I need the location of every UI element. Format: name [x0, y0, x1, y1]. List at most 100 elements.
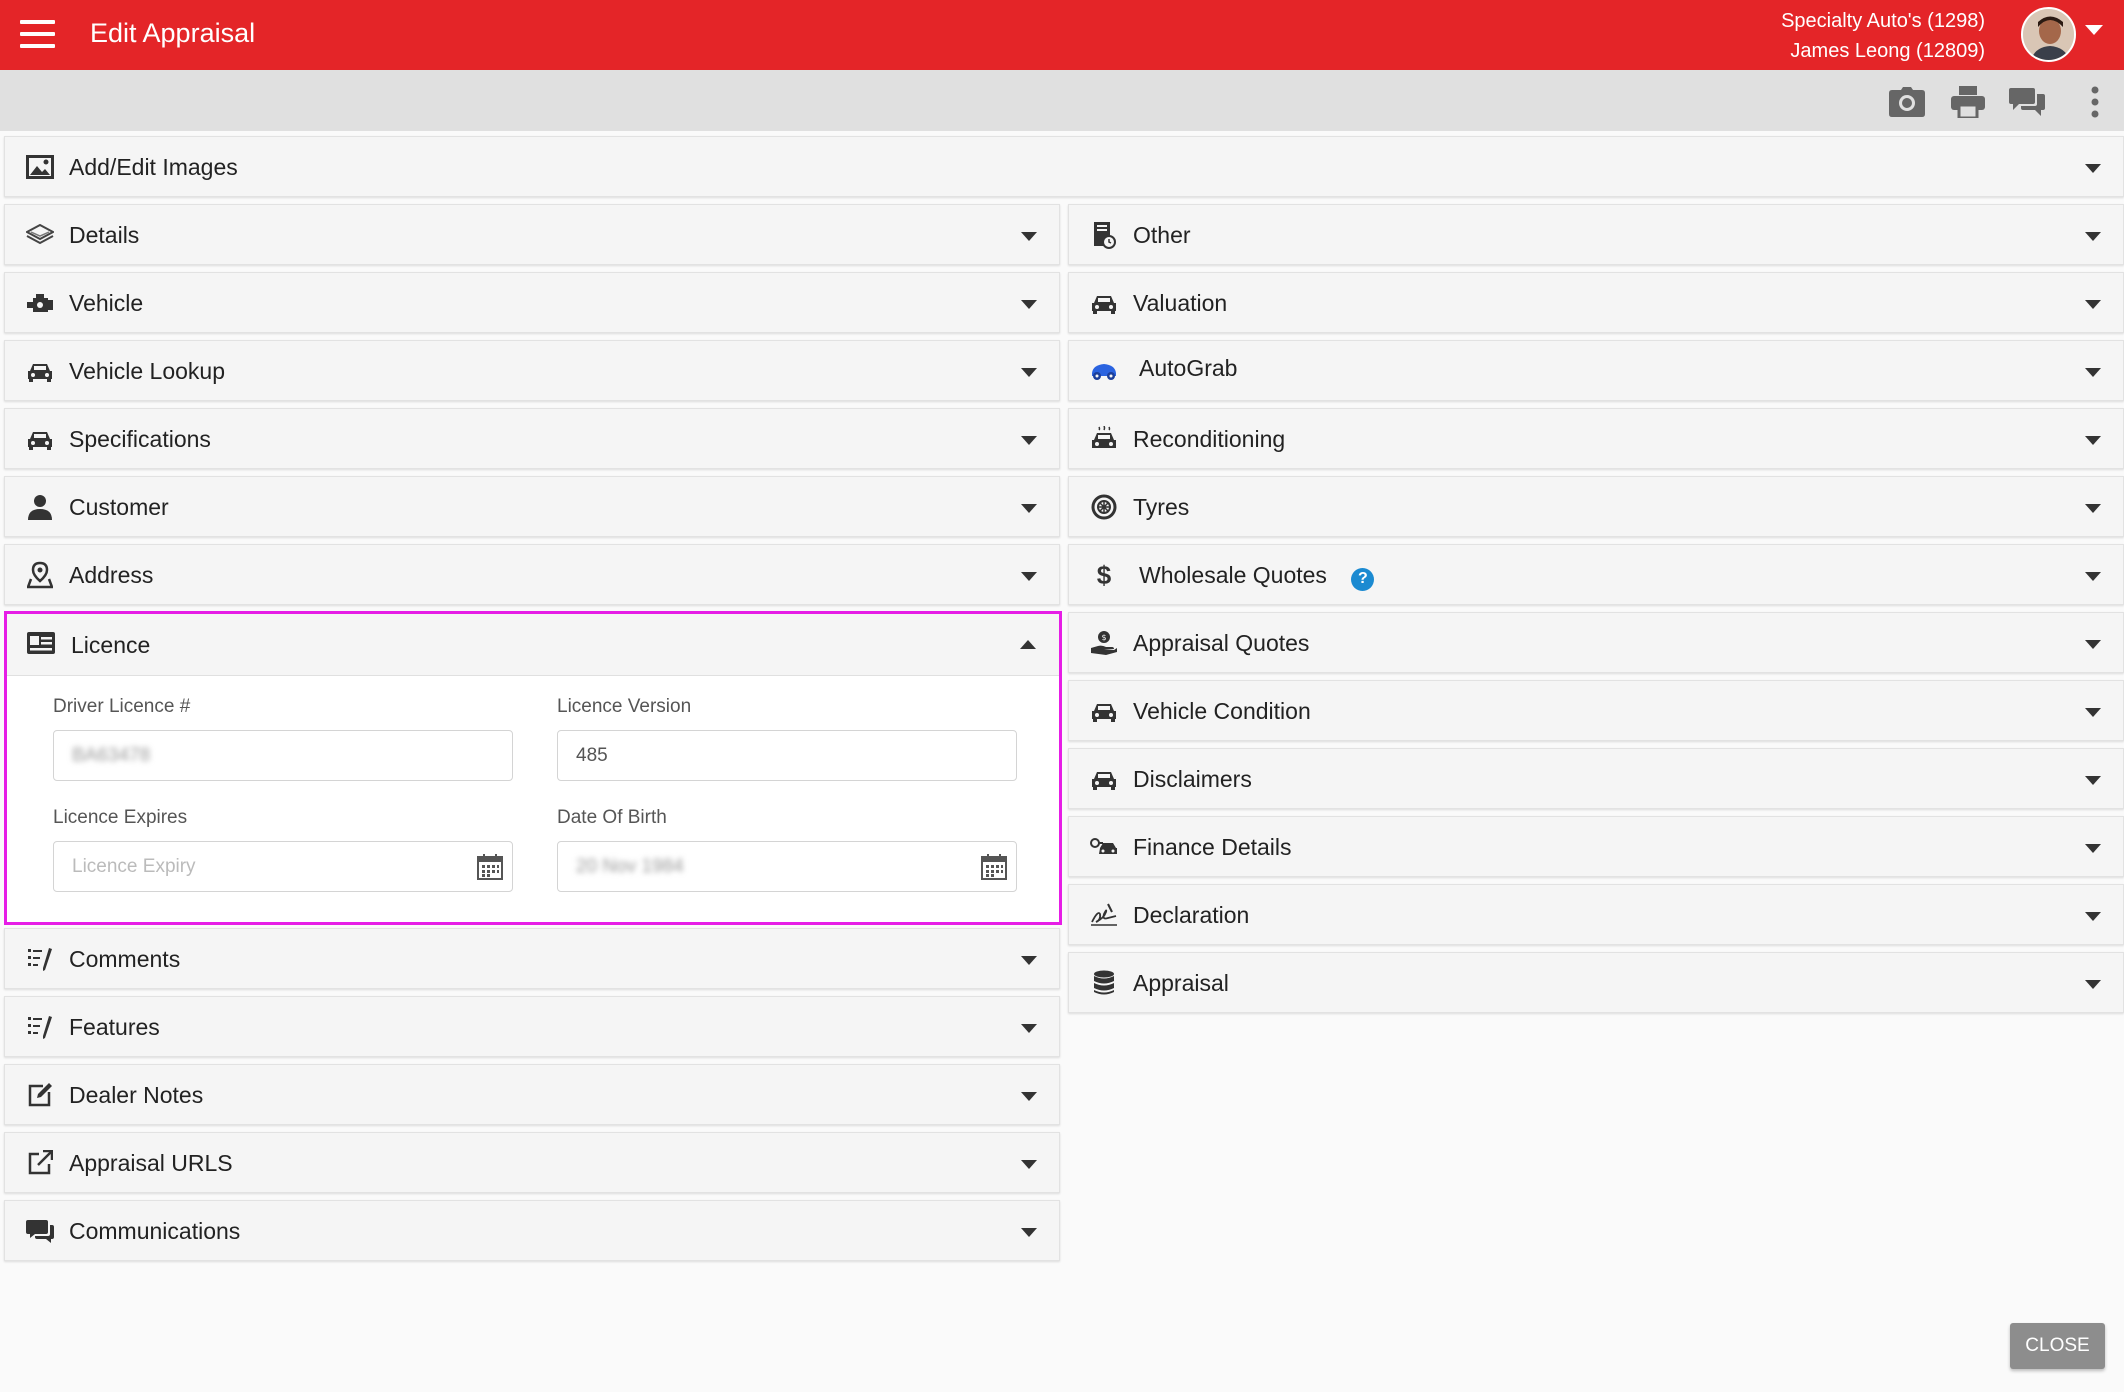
panel-communications[interactable]: Communications: [4, 1200, 1060, 1261]
chevron-down-icon[interactable]: [1021, 368, 1037, 377]
chevron-down-icon[interactable]: [1021, 1024, 1037, 1033]
chevron-down-icon[interactable]: [1021, 1160, 1037, 1169]
panel-disclaimers[interactable]: Disclaimers: [1068, 748, 2124, 809]
panel-label: Appraisal Quotes: [1133, 630, 1310, 656]
car-icon: [1089, 764, 1119, 794]
driver-licence-field[interactable]: BA63478: [53, 730, 513, 781]
chevron-down-icon[interactable]: [2085, 980, 2101, 989]
chat-icon: [25, 1216, 55, 1246]
chevron-down-icon[interactable]: [1021, 1092, 1037, 1101]
more-vert-icon[interactable]: [2077, 86, 2113, 118]
panel-label: AutoGrab: [1139, 355, 1238, 381]
licence-expiry-field[interactable]: Licence Expiry: [53, 841, 513, 892]
database-icon: [1089, 968, 1119, 998]
app-header: Edit Appraisal Specialty Auto's (1298) J…: [0, 0, 2124, 70]
panel-autograb[interactable]: AutoGrab: [1068, 340, 2124, 401]
chevron-down-icon[interactable]: [2085, 776, 2101, 785]
panel-features[interactable]: Features: [4, 996, 1060, 1057]
panel-finance-details[interactable]: Finance Details: [1068, 816, 2124, 877]
chevron-down-icon[interactable]: [2085, 912, 2101, 921]
chevron-down-icon[interactable]: [2085, 164, 2101, 173]
panel-label: Add/Edit Images: [69, 154, 238, 180]
panel-reconditioning[interactable]: Reconditioning: [1068, 408, 2124, 469]
panel-licence-expanded: Licence Driver Licence # BA63478 Licence…: [4, 611, 1062, 925]
panel-valuation[interactable]: Valuation: [1068, 272, 2124, 333]
panel-label: Details: [69, 222, 140, 248]
panel-label: Vehicle: [69, 290, 144, 316]
chevron-down-icon[interactable]: [2085, 232, 2101, 241]
chat-icon[interactable]: [2007, 86, 2047, 118]
panel-label: Address: [69, 562, 154, 588]
chevron-down-icon[interactable]: [1021, 956, 1037, 965]
chevron-down-icon[interactable]: [2085, 300, 2101, 309]
chevron-down-icon[interactable]: [1021, 436, 1037, 445]
date-of-birth-field[interactable]: 20 Nov 1984: [557, 841, 1017, 892]
car-icon: [1089, 288, 1119, 318]
panel-label: Comments: [69, 946, 181, 972]
help-icon[interactable]: ?: [1351, 567, 1375, 591]
driver-licence-value: BA63478: [72, 744, 151, 766]
edit-note-icon: [25, 1080, 55, 1110]
panel-appraisal[interactable]: Appraisal: [1068, 952, 2124, 1013]
avatar[interactable]: [2021, 7, 2076, 62]
chevron-down-icon[interactable]: [2085, 572, 2101, 581]
panel-other[interactable]: Other: [1068, 204, 2124, 265]
panel-label: Wholesale Quotes ?: [1139, 562, 1375, 591]
calendar-icon[interactable]: [980, 853, 1008, 881]
chevron-down-icon[interactable]: [1021, 572, 1037, 581]
chevron-down-icon[interactable]: [2085, 436, 2101, 445]
id-card-icon: [27, 631, 55, 655]
panel-appraisal-urls[interactable]: Appraisal URLS: [4, 1132, 1060, 1193]
chevron-down-icon[interactable]: [2085, 504, 2101, 513]
panel-vehicle[interactable]: Vehicle: [4, 272, 1060, 333]
panel-vehicle-condition[interactable]: Vehicle Condition: [1068, 680, 2124, 741]
car-key-icon: [1089, 832, 1119, 862]
panel-appraisal-quotes[interactable]: $ Appraisal Quotes: [1068, 612, 2124, 673]
wholesale-quotes-label: Wholesale Quotes: [1139, 562, 1327, 588]
panel-specifications[interactable]: Specifications: [4, 408, 1060, 469]
chevron-down-icon[interactable]: [2085, 708, 2101, 717]
licence-expiry-placeholder: Licence Expiry: [72, 855, 196, 877]
autograb-car-icon: [1089, 356, 1119, 386]
panel-wholesale-quotes[interactable]: $ Wholesale Quotes ?: [1068, 544, 2124, 605]
account-dropdown-icon[interactable]: [2085, 25, 2103, 35]
panel-add-edit-images[interactable]: Add/Edit Images: [4, 136, 2124, 197]
panel-label: Customer: [69, 494, 169, 520]
close-button[interactable]: CLOSE: [2010, 1323, 2105, 1369]
chevron-down-icon[interactable]: [1021, 300, 1037, 309]
layers-icon: [25, 220, 55, 250]
panel-customer[interactable]: Customer: [4, 476, 1060, 537]
licence-version-label: Licence Version: [557, 696, 692, 717]
panel-declaration[interactable]: Declaration: [1068, 884, 2124, 945]
chevron-up-icon[interactable]: [1020, 640, 1036, 649]
panel-details[interactable]: Details: [4, 204, 1060, 265]
car-search-icon: [25, 356, 55, 386]
hamburger-menu-icon[interactable]: [20, 20, 55, 48]
calendar-icon[interactable]: [476, 853, 504, 881]
print-icon[interactable]: [1948, 86, 1988, 118]
camera-icon[interactable]: [1887, 86, 1927, 118]
car-wash-icon: [1089, 424, 1119, 454]
chevron-down-icon[interactable]: [1021, 232, 1037, 241]
car-icon: [25, 424, 55, 454]
panel-vehicle-lookup[interactable]: Vehicle Lookup: [4, 340, 1060, 401]
panel-licence-header[interactable]: Licence: [7, 614, 1059, 676]
licence-version-field[interactable]: 485: [557, 730, 1017, 781]
panel-tyres[interactable]: Tyres: [1068, 476, 2124, 537]
chevron-down-icon[interactable]: [2085, 368, 2101, 377]
chevron-down-icon[interactable]: [1021, 504, 1037, 513]
panel-label: Communications: [69, 1218, 241, 1244]
panel-dealer-notes[interactable]: Dealer Notes: [4, 1064, 1060, 1125]
panel-comments[interactable]: Comments: [4, 928, 1060, 989]
chevron-down-icon[interactable]: [2085, 844, 2101, 853]
user-info: Specialty Auto's (1298) James Leong (128…: [1781, 6, 1985, 66]
signature-icon: [1089, 900, 1119, 930]
page-title: Edit Appraisal: [90, 18, 256, 48]
chevron-down-icon[interactable]: [1021, 1228, 1037, 1237]
action-toolbar: [0, 70, 2124, 131]
panel-address[interactable]: Address: [4, 544, 1060, 605]
panel-label: Finance Details: [1133, 834, 1292, 860]
driver-licence-label: Driver Licence #: [53, 696, 191, 717]
chevron-down-icon[interactable]: [2085, 640, 2101, 649]
panel-label: Features: [69, 1014, 160, 1040]
